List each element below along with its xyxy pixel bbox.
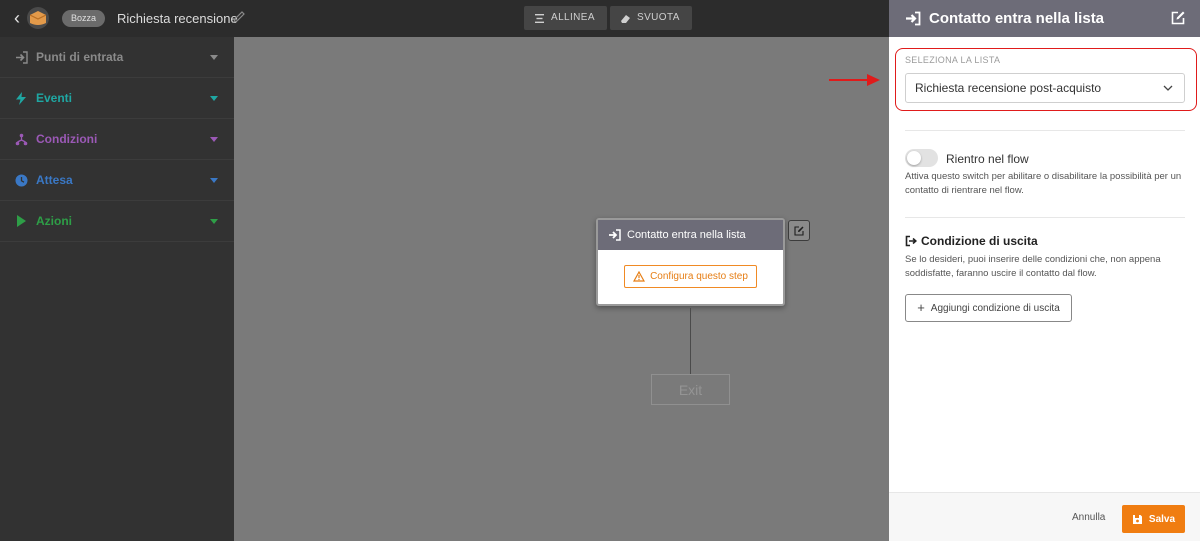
sidebar-item-label: Attesa: [36, 173, 73, 187]
chevron-down-icon: [1163, 85, 1173, 91]
sidebar-item-wait[interactable]: Attesa: [0, 160, 234, 201]
divider: [905, 130, 1185, 131]
sidebar-item-label: Eventi: [36, 91, 73, 105]
node-title: Contatto entra nella lista: [627, 229, 746, 241]
edit-node-button[interactable]: [788, 220, 810, 241]
entry-icon: [906, 11, 921, 26]
sidebar-item-label: Punti di entrata: [36, 50, 124, 64]
branch-icon: [14, 132, 28, 146]
edit-icon[interactable]: [1170, 10, 1186, 26]
sidebar-item-label: Condizioni: [36, 132, 98, 146]
connector-line: [690, 308, 691, 374]
exit-condition-label: Condizione di uscita: [921, 234, 1038, 248]
add-exit-condition-button[interactable]: + Aggiungi condizione di uscita: [905, 294, 1072, 322]
exit-condition-title: Condizione di uscita: [905, 234, 1038, 248]
reentry-label: Rientro nel flow: [946, 152, 1029, 166]
entry-icon: [14, 50, 28, 64]
settings-panel: Contatto entra nella lista SELEZIONA LA …: [889, 0, 1200, 541]
exit-condition-help: Se lo desideri, puoi inserire delle cond…: [905, 254, 1161, 279]
sidebar-item-actions[interactable]: Azioni: [0, 201, 234, 242]
list-select[interactable]: Richiesta recensione post-acquisto: [905, 73, 1185, 103]
play-icon: [14, 214, 28, 228]
sidebar-item-conditions[interactable]: Condizioni: [0, 119, 234, 160]
align-button[interactable]: ALLINEA: [524, 6, 607, 30]
configure-step-label: Configura questo step: [650, 271, 748, 282]
align-icon: [535, 13, 544, 23]
divider: [905, 217, 1185, 218]
sidebar-item-events[interactable]: Eventi: [0, 78, 234, 119]
chevron-down-icon: [210, 96, 218, 101]
align-label: ALLINEA: [551, 12, 595, 23]
sidebar-item-label: Azioni: [36, 214, 72, 228]
status-badge: Bozza: [62, 10, 106, 27]
back-chevron-icon[interactable]: ‹: [8, 8, 26, 28]
entry-icon: [609, 229, 621, 241]
save-label: Salva: [1148, 513, 1176, 525]
exit-label: Exit: [678, 381, 703, 398]
select-list-label: SELEZIONA LA LISTA: [905, 55, 1001, 65]
clear-button[interactable]: SVUOTA: [610, 6, 692, 30]
panel-title: Contatto entra nella lista: [929, 10, 1105, 27]
flow-node[interactable]: Contatto entra nella lista Configura que…: [596, 218, 785, 306]
save-button[interactable]: Salva: [1122, 505, 1185, 533]
configure-step-button[interactable]: Configura questo step: [624, 265, 757, 288]
exit-node: Exit: [651, 374, 730, 405]
list-select-value: Richiesta recensione post-acquisto: [915, 81, 1102, 95]
bolt-icon: [14, 91, 28, 105]
clear-label: SVUOTA: [637, 12, 680, 23]
annotation-arrow-icon: [829, 74, 880, 86]
chevron-down-icon: [210, 219, 218, 224]
floppy-icon: [1132, 514, 1142, 524]
chevron-down-icon: [210, 178, 218, 183]
chevron-down-icon: [210, 55, 218, 60]
sidebar: Punti di entrata Eventi Condizioni Attes…: [0, 37, 234, 541]
edit-icon: [794, 225, 804, 236]
panel-footer: Annulla Salva: [889, 492, 1200, 541]
eraser-icon: [621, 14, 630, 23]
chevron-down-icon: [210, 137, 218, 142]
app-logo-icon: [27, 7, 49, 29]
plus-icon: +: [917, 300, 925, 315]
warning-icon: [633, 271, 646, 282]
reentry-help: Attiva questo switch per abilitare o dis…: [905, 171, 1182, 196]
cancel-button[interactable]: Annulla: [1072, 512, 1105, 523]
pencil-icon[interactable]: [232, 10, 246, 24]
node-header: Contatto entra nella lista: [598, 220, 783, 250]
add-exit-condition-label: Aggiungi condizione di uscita: [930, 302, 1060, 314]
panel-header: Contatto entra nella lista: [889, 0, 1200, 37]
top-bar: ‹ Bozza Richiesta recensione ALLINEA SVU…: [0, 0, 889, 37]
flow-title[interactable]: Richiesta recensione: [117, 11, 238, 26]
flow-canvas[interactable]: Contatto entra nella lista Configura que…: [234, 37, 889, 541]
toggle-knob: [907, 151, 921, 165]
exit-icon: [905, 235, 918, 247]
clock-icon: [14, 173, 28, 187]
sidebar-item-entry-points[interactable]: Punti di entrata: [0, 37, 234, 78]
reentry-toggle[interactable]: [905, 149, 938, 167]
